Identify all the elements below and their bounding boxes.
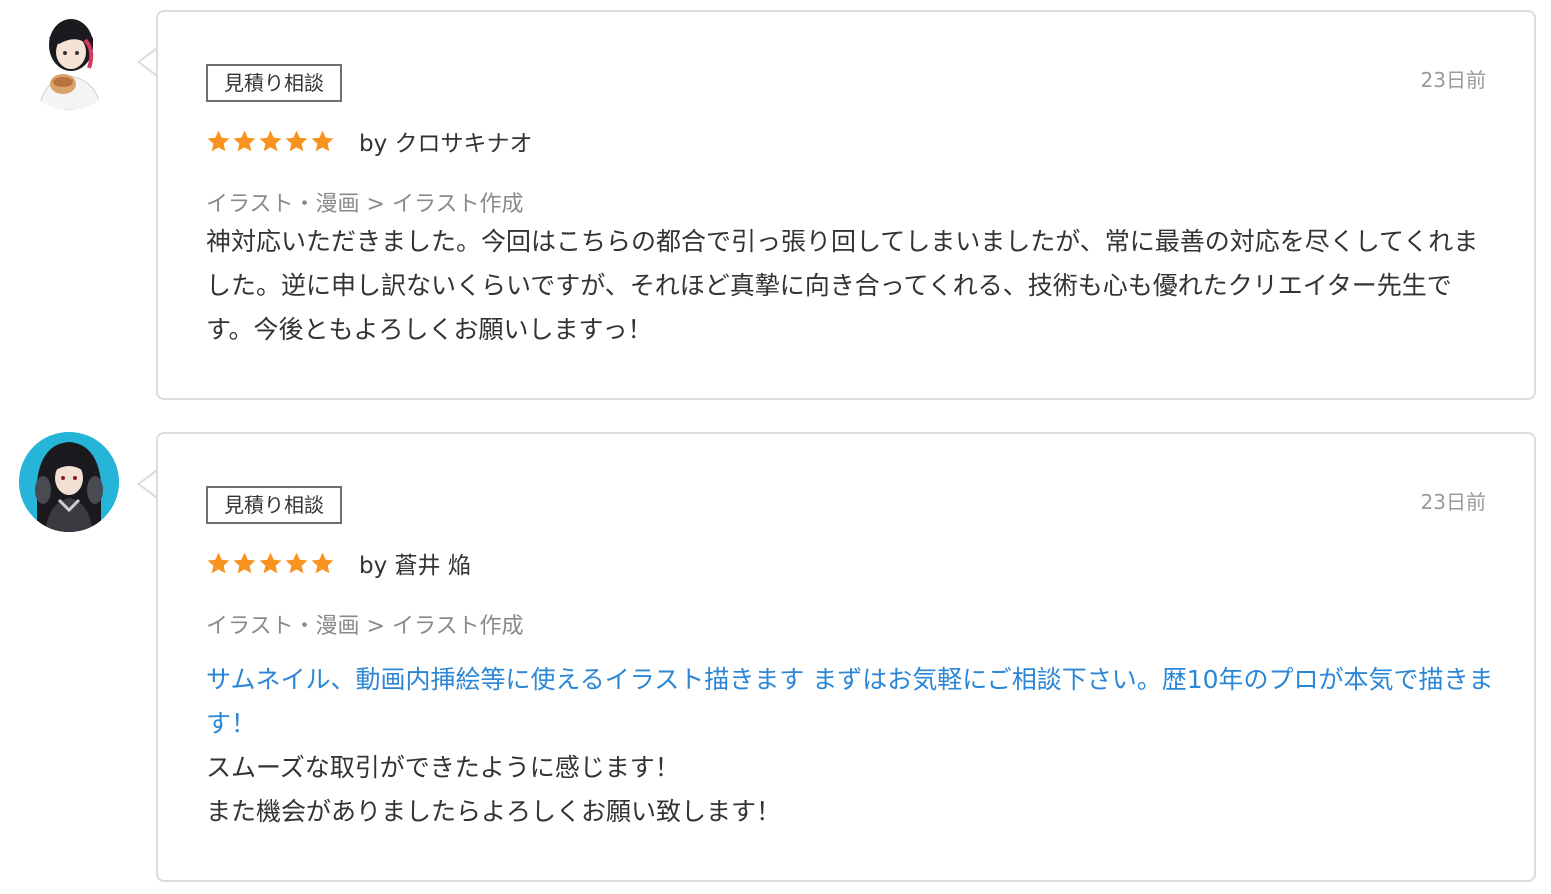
star-rating bbox=[206, 551, 336, 576]
star-icon bbox=[206, 551, 231, 576]
review-comment: スムーズな取引ができたように感じます！ また機会がありましたらよろしくお願い致し… bbox=[206, 753, 782, 826]
service-category: イラスト・漫画 > イラスト作成 bbox=[206, 614, 524, 639]
avatar-illustration bbox=[19, 10, 119, 110]
star-icon bbox=[258, 129, 283, 154]
service-category: イラスト・漫画 > イラスト作成 bbox=[206, 192, 524, 217]
review-date: 23日前 bbox=[1420, 490, 1486, 514]
star-icon bbox=[310, 129, 335, 154]
star-rating bbox=[206, 129, 336, 154]
consultation-tag: 見積り相談 bbox=[206, 486, 342, 524]
star-icon bbox=[284, 129, 309, 154]
speech-bubble-tail bbox=[137, 46, 159, 78]
service-title-link[interactable]: サムネイル、動画内挿絵等に使えるイラスト描きます まずはお気軽にご相談下さい。歴… bbox=[206, 658, 1496, 746]
review-card: 見積り相談 23日前 by 蒼井 焔 イラスト・漫画 > イラスト作成 サムネイ… bbox=[156, 432, 1536, 882]
speech-bubble-tail bbox=[137, 468, 159, 500]
reviewer-avatar[interactable] bbox=[19, 432, 119, 532]
review-comment: 神対応いただきました。今回はこちらの都合で引っ張り回してしまいましたが、常に最善… bbox=[206, 227, 1479, 344]
star-icon bbox=[206, 129, 231, 154]
rating-row: by クロサキナオ bbox=[206, 124, 533, 158]
star-icon bbox=[232, 129, 257, 154]
star-icon bbox=[310, 551, 335, 576]
reviewer-name[interactable]: by クロサキナオ bbox=[359, 124, 533, 158]
rating-row: by 蒼井 焔 bbox=[206, 546, 471, 580]
review-card: 見積り相談 23日前 by クロサキナオ イラスト・漫画 > イラスト作成 神対… bbox=[156, 10, 1536, 400]
star-icon bbox=[284, 551, 309, 576]
avatar-illustration bbox=[19, 432, 119, 532]
review-date: 23日前 bbox=[1420, 68, 1486, 92]
reviewer-avatar[interactable] bbox=[19, 10, 119, 110]
review-item: 見積り相談 23日前 by クロサキナオ イラスト・漫画 > イラスト作成 神対… bbox=[0, 10, 1551, 400]
consultation-tag: 見積り相談 bbox=[206, 64, 342, 102]
star-icon bbox=[258, 551, 283, 576]
star-icon bbox=[232, 551, 257, 576]
reviewer-name[interactable]: by 蒼井 焔 bbox=[359, 546, 471, 580]
review-item: 見積り相談 23日前 by 蒼井 焔 イラスト・漫画 > イラスト作成 サムネイ… bbox=[0, 432, 1551, 882]
